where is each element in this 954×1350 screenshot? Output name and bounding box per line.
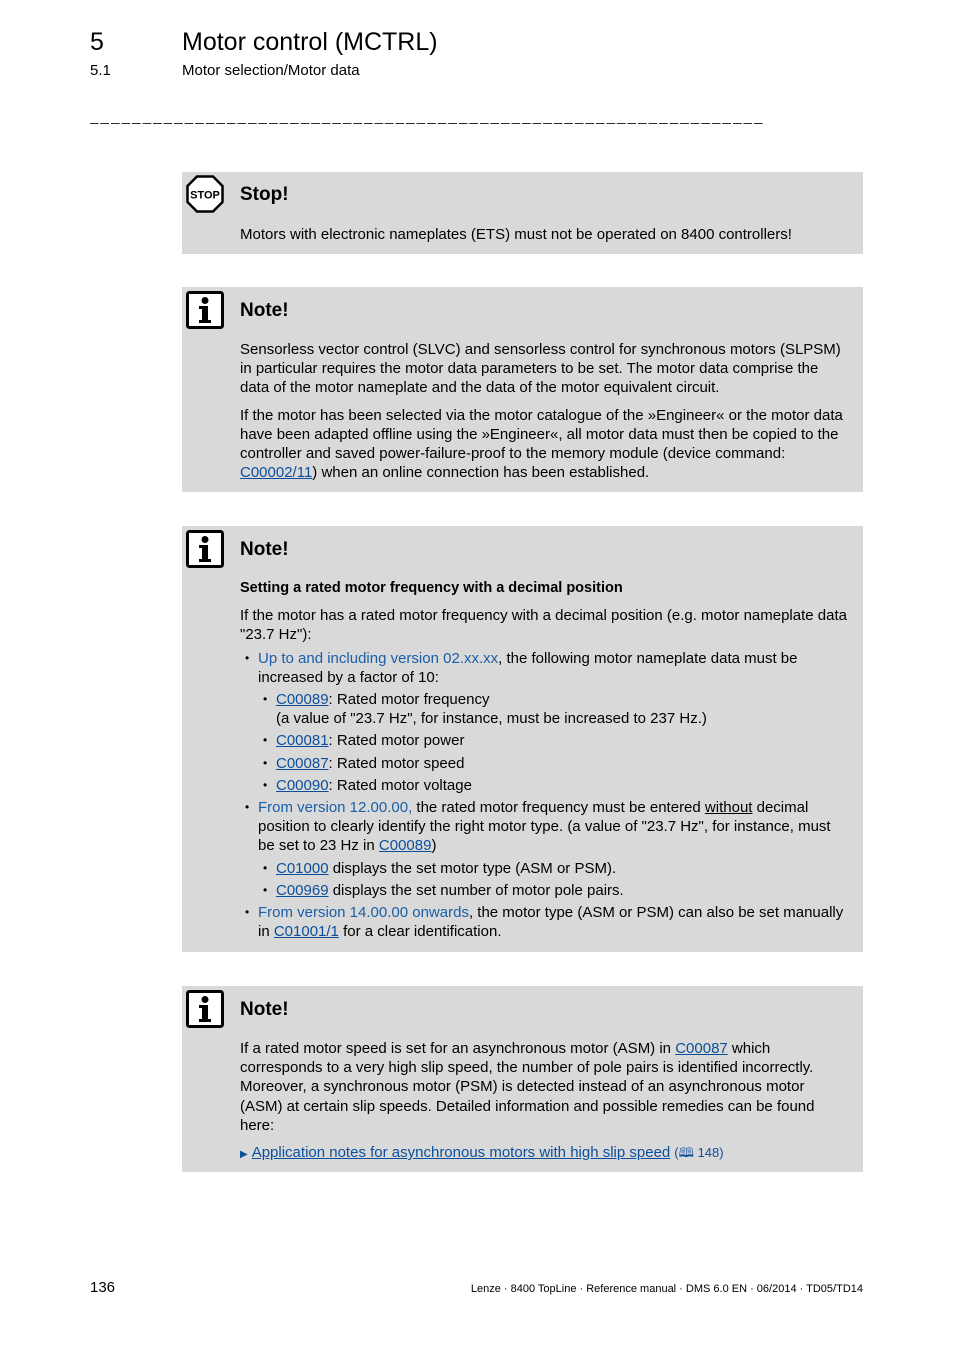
stop-sign-icon: STOP [186,175,224,218]
list-item: From version 14.00.00 onwards, the motor… [240,903,850,941]
sub-list: C01000 displays the set motor type (ASM … [258,859,850,901]
list-item: C00089: Rated motor frequency(a value of… [258,690,850,728]
stop-box: STOP Stop! Motors with electronic namepl… [182,172,863,254]
page-reference: (🕮 148) [674,1145,724,1161]
list-item: Up to and including version 02.xx.xx, th… [240,649,850,796]
list-item: From version 12.00.00, the rated motor f… [240,798,850,900]
note-body: Sensorless vector control (SLVC) and sen… [240,340,850,490]
svg-text:STOP: STOP [190,190,220,202]
note-body: If a rated motor speed is set for an asy… [240,1039,850,1164]
stop-title: Stop! [240,184,289,205]
chapter-number: 5 [90,28,104,56]
triangle-right-icon: ▶ [240,1149,248,1161]
stop-text: Motors with electronic nameplates (ETS) … [240,226,792,243]
note-intro: If the motor has a rated motor frequency… [240,607,847,644]
list-item: C00087: Rated motor speed [258,754,850,773]
chapter-title: Motor control (MCTRL) [182,28,438,56]
parameter-link-c01000[interactable]: C01000 [276,860,329,877]
page-number: 136 [90,1279,116,1296]
note-paragraph: If a rated motor speed is set for an asy… [240,1040,815,1134]
header-separator: ________________________________________… [90,108,765,124]
note-title: Note! [240,539,289,560]
list-item: C00090: Rated motor voltage [258,776,850,795]
parameter-link-c01001-1[interactable]: C01001/1 [274,923,339,940]
note-box-3: Note! If a rated motor speed is set for … [182,986,863,1172]
info-icon [186,291,224,334]
parameter-link-c00089[interactable]: C00089 [379,837,432,854]
note-body: Setting a rated motor frequency with a d… [240,579,850,944]
parameter-link-c00969[interactable]: C00969 [276,882,329,899]
parameter-link-c00081[interactable]: C00081 [276,732,329,749]
info-icon [186,530,224,573]
cross-reference: ▶ Application notes for asynchronous mot… [240,1143,850,1164]
note-paragraph: Sensorless vector control (SLVC) and sen… [240,341,841,397]
parameter-link-c00087[interactable]: C00087 [675,1040,728,1057]
version-list: Up to and including version 02.xx.xx, th… [240,649,850,942]
list-item: C00081: Rated motor power [258,731,850,750]
parameter-link-c00089[interactable]: C00089 [276,691,329,708]
section-number: 5.1 [90,62,111,79]
parameter-link-c00002-11[interactable]: C00002/11 [240,464,312,481]
info-icon [186,990,224,1033]
note-paragraph: If the motor has been selected via the m… [240,406,843,482]
book-icon: 🕮 [678,1145,694,1161]
list-item: C01000 displays the set motor type (ASM … [258,859,850,878]
note-title: Note! [240,999,289,1020]
note-box-1: Note! Sensorless vector control (SLVC) a… [182,287,863,492]
application-notes-link[interactable]: Application notes for asynchronous motor… [252,1143,671,1162]
note-title: Note! [240,300,289,321]
parameter-link-c00090[interactable]: C00090 [276,777,329,794]
sub-list: C00089: Rated motor frequency(a value of… [258,690,850,795]
footer-info: Lenze · 8400 TopLine · Reference manual … [470,1283,863,1295]
note-subheading: Setting a rated motor frequency with a d… [240,580,623,596]
section-title: Motor selection/Motor data [182,62,360,79]
note-box-2: Note! Setting a rated motor frequency wi… [182,526,863,952]
list-item: C00969 displays the set number of motor … [258,881,850,900]
parameter-link-c00087[interactable]: C00087 [276,755,329,772]
